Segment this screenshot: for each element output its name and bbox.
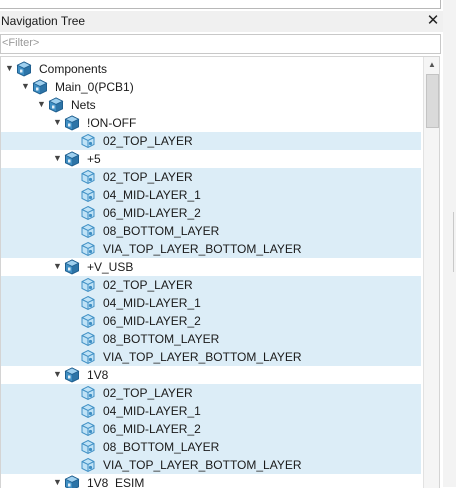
nets-cube-icon (48, 97, 64, 113)
panel-title: Navigation Tree (1, 14, 86, 28)
tree-item-label: Nets (71, 98, 96, 112)
tree-item-label: VIA_TOP_LAYER_BOTTOM_LAYER (103, 458, 302, 472)
tree-item-net-on-off[interactable]: ▼ !ON-OFF (1, 114, 421, 132)
tree-item-layer[interactable]: 02_TOP_LAYER (1, 168, 421, 186)
layer-cube-icon (80, 205, 96, 221)
tree-view: ▼ Components ▼ Main_0(PCB1) ▼ Nets ▼ !ON-OFF 02_… (0, 56, 440, 488)
tree-item-components[interactable]: ▼ Components (1, 60, 421, 78)
tree-item-label: 06_MID-LAYER_2 (103, 422, 201, 436)
tree-item-label: 06_MID-LAYER_2 (103, 314, 201, 328)
component-cube-icon (16, 61, 32, 77)
tree-item-label: 04_MID-LAYER_1 (103, 188, 201, 202)
tree-item-net-1v8esim[interactable]: ▼ 1V8_ESIM (1, 474, 421, 488)
pcb-cube-icon (32, 79, 48, 95)
layer-cube-icon (80, 313, 96, 329)
tree-item-layer[interactable]: 08_BOTTOM_LAYER (1, 330, 421, 348)
tree-item-label: 08_BOTTOM_LAYER (103, 440, 220, 454)
filter-input[interactable] (1, 35, 432, 51)
collapse-arrow-icon[interactable]: ▼ (21, 82, 30, 91)
layer-cube-icon (80, 439, 96, 455)
tree-item-layer[interactable]: 06_MID-LAYER_2 (1, 420, 421, 438)
collapse-arrow-icon[interactable]: ▼ (37, 100, 46, 109)
tree-item-label: 04_MID-LAYER_1 (103, 296, 201, 310)
tree-item-layer[interactable]: 06_MID-LAYER_2 (1, 204, 421, 222)
scroll-up-arrow-icon[interactable]: ▲ (424, 57, 439, 73)
scrollbar-thumb[interactable] (426, 74, 439, 128)
tree-item-label: 08_BOTTOM_LAYER (103, 224, 220, 238)
tree-item-net-plus5[interactable]: ▼ +5 (1, 150, 421, 168)
close-icon[interactable]: ✕ (426, 12, 440, 30)
layer-cube-icon (80, 241, 96, 257)
adjacent-pane (443, 0, 456, 487)
tree-item-label: +5 (87, 152, 101, 166)
tree-item-layer[interactable]: 08_BOTTOM_LAYER (1, 222, 421, 240)
net-cube-icon (64, 115, 80, 131)
net-cube-icon (64, 367, 80, 383)
tree-item-net-1v8[interactable]: ▼ 1V8 (1, 366, 421, 384)
tree-item-layer[interactable]: 02_TOP_LAYER (1, 132, 421, 150)
collapse-arrow-icon[interactable]: ▼ (53, 118, 62, 127)
background-frame (0, 0, 441, 9)
tree-item-net-vusb[interactable]: ▼ +V_USB (1, 258, 421, 276)
navigation-tree-panel: Navigation Tree ✕ ▼ Components ▼ Main_0(PCB… (0, 11, 443, 488)
tree-item-label: 04_MID-LAYER_1 (103, 404, 201, 418)
layer-cube-icon (80, 385, 96, 401)
tree-item-layer[interactable]: 06_MID-LAYER_2 (1, 312, 421, 330)
tree-item-label: Components (39, 62, 108, 76)
tree-item-label: 02_TOP_LAYER (103, 278, 193, 292)
tree-item-label: 02_TOP_LAYER (103, 134, 193, 148)
tree-item-label: 1V8_ESIM (87, 476, 145, 488)
layer-cube-icon (80, 295, 96, 311)
tree-item-layer[interactable]: 02_TOP_LAYER (1, 276, 421, 294)
tree-item-layer[interactable]: VIA_TOP_LAYER_BOTTOM_LAYER (1, 240, 421, 258)
tree-item-layer[interactable]: VIA_TOP_LAYER_BOTTOM_LAYER (1, 348, 421, 366)
tree-item-layer[interactable]: 04_MID-LAYER_1 (1, 186, 421, 204)
collapse-arrow-icon[interactable]: ▼ (5, 64, 14, 73)
tree-item-layer[interactable]: 02_TOP_LAYER (1, 384, 421, 402)
tree-item-label: Main_0(PCB1) (55, 80, 134, 94)
tree-item-label: +V_USB (87, 260, 134, 274)
layer-cube-icon (80, 187, 96, 203)
net-cube-icon (64, 151, 80, 167)
tree-item-label: !ON-OFF (87, 116, 137, 130)
layer-cube-icon (80, 277, 96, 293)
tree-item-label: 1V8 (87, 368, 109, 382)
tree-item-label: 06_MID-LAYER_2 (103, 206, 201, 220)
vertical-scrollbar[interactable]: ▲ (423, 57, 439, 488)
tree-item-layer[interactable]: 08_BOTTOM_LAYER (1, 438, 421, 456)
filter-box (0, 34, 441, 54)
tree-item-layer[interactable]: 04_MID-LAYER_1 (1, 294, 421, 312)
tree-item-nets[interactable]: ▼ Nets (1, 96, 421, 114)
layer-cube-icon (80, 331, 96, 347)
collapse-arrow-icon[interactable]: ▼ (53, 154, 62, 163)
tree-item-label: 02_TOP_LAYER (103, 386, 193, 400)
layer-cube-icon (80, 133, 96, 149)
tree-item-label: VIA_TOP_LAYER_BOTTOM_LAYER (103, 350, 302, 364)
tree-item-layer[interactable]: VIA_TOP_LAYER_BOTTOM_LAYER (1, 456, 421, 474)
panel-titlebar: Navigation Tree ✕ (0, 11, 443, 32)
tree-item-label: 08_BOTTOM_LAYER (103, 332, 220, 346)
layer-cube-icon (80, 223, 96, 239)
tree-item-label: VIA_TOP_LAYER_BOTTOM_LAYER (103, 242, 302, 256)
layer-cube-icon (80, 169, 96, 185)
tree-item-label: 02_TOP_LAYER (103, 170, 193, 184)
tree-item-main0[interactable]: ▼ Main_0(PCB1) (1, 78, 421, 96)
layer-cube-icon (80, 349, 96, 365)
collapse-arrow-icon[interactable]: ▼ (53, 262, 62, 271)
collapse-arrow-icon[interactable]: ▼ (53, 478, 62, 487)
layer-cube-icon (80, 403, 96, 419)
collapse-arrow-icon[interactable]: ▼ (53, 370, 62, 379)
tree-item-layer[interactable]: 04_MID-LAYER_1 (1, 402, 421, 420)
net-cube-icon (64, 259, 80, 275)
layer-cube-icon (80, 421, 96, 437)
net-cube-icon (64, 475, 80, 488)
layer-cube-icon (80, 457, 96, 473)
